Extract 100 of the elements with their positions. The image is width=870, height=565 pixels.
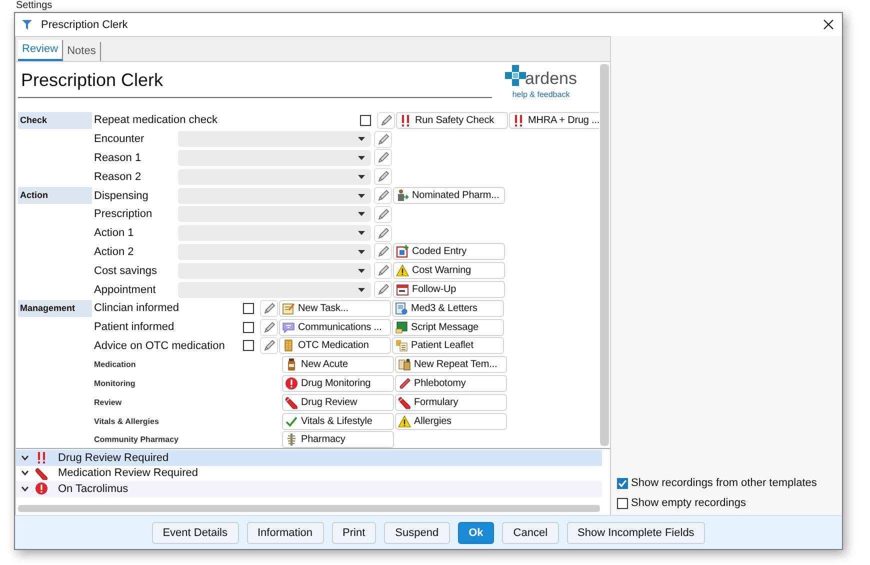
action-button[interactable]: New Acute <box>282 356 394 374</box>
pencil-icon <box>376 264 390 278</box>
warning-icon <box>398 414 411 428</box>
pharmacist-icon <box>396 189 409 202</box>
action-button[interactable]: Allergies <box>395 412 507 430</box>
tab[interactable]: Notes <box>63 42 101 61</box>
checkbox[interactable] <box>360 114 371 126</box>
dialog-button[interactable]: Ok <box>458 522 494 544</box>
dropdown-field[interactable] <box>178 282 371 298</box>
warning-icon <box>396 264 409 278</box>
field-label: Medication <box>93 360 137 370</box>
edit-button[interactable] <box>374 243 392 260</box>
section-label: Check <box>18 112 92 129</box>
checkbox[interactable] <box>617 498 628 508</box>
edit-button[interactable] <box>374 168 392 186</box>
edit-button[interactable] <box>374 262 392 280</box>
dropdown-field[interactable] <box>178 150 371 166</box>
option-checkbox[interactable]: Show recordings from other templates <box>617 477 842 489</box>
pencil-icon <box>376 283 390 296</box>
field-label: Repeat medication check <box>93 114 219 126</box>
dropdown-field[interactable] <box>178 225 371 242</box>
help-link[interactable]: help & feedback <box>512 90 570 99</box>
edit-button[interactable] <box>374 187 392 204</box>
background-text: Settings <box>16 0 52 11</box>
action-button[interactable]: Drug Monitoring <box>282 375 394 392</box>
action-button[interactable]: Nominated Pharm... <box>393 187 505 204</box>
field-label: Reason 2 <box>93 170 142 183</box>
chevron-icon[interactable] <box>21 486 29 492</box>
field-label: Prescription <box>93 208 154 220</box>
edit-button[interactable] <box>374 206 392 223</box>
scrollbar-thumb[interactable] <box>600 64 609 446</box>
action-button[interactable]: Drug Review <box>282 394 394 411</box>
dialog-button[interactable]: Print <box>332 522 376 544</box>
dialog-button[interactable]: Show Incomplete Fields <box>566 522 706 544</box>
action-button[interactable]: OTC Medication <box>279 337 391 354</box>
dialog-button[interactable]: Information <box>246 522 324 544</box>
edit-button[interactable] <box>374 130 392 148</box>
checkbox[interactable] <box>617 478 628 488</box>
field-label: Reason 1 <box>93 152 142 164</box>
dropdown-field[interactable] <box>178 168 371 185</box>
action-button[interactable]: Script Message <box>392 318 504 336</box>
window-title: Prescription Clerk <box>41 18 128 30</box>
action-button[interactable]: Follow-Up <box>393 281 505 298</box>
close-icon[interactable] <box>823 19 834 30</box>
section-label: Action <box>18 187 92 204</box>
action-button[interactable]: Communications ... <box>279 318 391 336</box>
dropdown-field[interactable] <box>178 206 371 222</box>
field-label: Clincian informed <box>93 302 180 314</box>
edit-button[interactable] <box>260 300 278 317</box>
action-button[interactable]: New Repeat Tem... <box>395 356 507 374</box>
script-message-icon <box>395 320 408 334</box>
edit-button[interactable] <box>374 281 392 298</box>
check-icon <box>285 414 298 428</box>
edit-button[interactable] <box>377 112 395 129</box>
dialog-button[interactable]: Cancel <box>502 522 559 544</box>
logo-text: ardens <box>525 70 577 87</box>
edit-button[interactable] <box>374 149 392 166</box>
action-button[interactable]: Coded Entry <box>393 243 505 260</box>
checkbox[interactable] <box>243 302 254 314</box>
tab[interactable]: Review <box>18 40 64 61</box>
caret-icon <box>358 174 365 179</box>
coded-entry-icon <box>396 245 409 258</box>
repeat-template-icon <box>398 358 411 372</box>
pill-icon <box>285 396 298 409</box>
action-button[interactable]: Phlebotomy <box>395 375 507 392</box>
checkbox[interactable] <box>243 322 254 333</box>
chevron-icon[interactable] <box>21 454 29 461</box>
action-button[interactable]: Med3 & Letters <box>392 300 504 317</box>
dropdown-field[interactable] <box>178 262 371 279</box>
action-button[interactable]: Cost Warning <box>393 262 505 280</box>
dialog-button[interactable]: Event Details <box>152 522 238 544</box>
dropdown-field[interactable] <box>178 131 371 148</box>
action-button[interactable]: Pharmacy <box>282 431 394 448</box>
dropdown-field[interactable] <box>178 244 371 260</box>
edit-button[interactable] <box>260 337 278 354</box>
action-button[interactable]: MHRA + Drug ... <box>509 112 599 129</box>
checkbox[interactable] <box>243 340 254 352</box>
option-checkbox[interactable]: Show empty recordings <box>617 497 842 509</box>
scrollbar-thumb[interactable] <box>18 505 600 512</box>
field-label: Cost savings <box>93 264 158 277</box>
chevron-icon[interactable] <box>21 470 29 476</box>
action-button[interactable]: Patient Leaflet <box>392 337 504 354</box>
dialog-button[interactable]: Suspend <box>384 522 450 544</box>
action-button[interactable]: Run Safety Check <box>396 112 508 129</box>
pencil-icon <box>262 339 276 352</box>
pill-icon <box>398 396 411 409</box>
dropdown-field[interactable] <box>178 188 371 204</box>
pencil-icon <box>376 208 390 221</box>
pencil-icon <box>262 320 276 334</box>
alert-row[interactable]: Drug Review Required <box>16 450 602 466</box>
edit-button[interactable] <box>260 318 278 336</box>
double-exclamation-icon <box>399 114 412 127</box>
alert-row[interactable]: Medication Review Required <box>16 466 602 481</box>
edit-button[interactable] <box>374 224 392 242</box>
action-button[interactable]: New Task... <box>279 300 391 317</box>
action-button[interactable]: Formulary <box>395 394 507 411</box>
pencil-icon <box>376 189 390 202</box>
cross-logo-icon <box>505 65 527 87</box>
alert-row[interactable]: On Tacrolimus <box>16 481 602 496</box>
action-button[interactable]: Vitals & Lifestyle <box>282 412 394 430</box>
